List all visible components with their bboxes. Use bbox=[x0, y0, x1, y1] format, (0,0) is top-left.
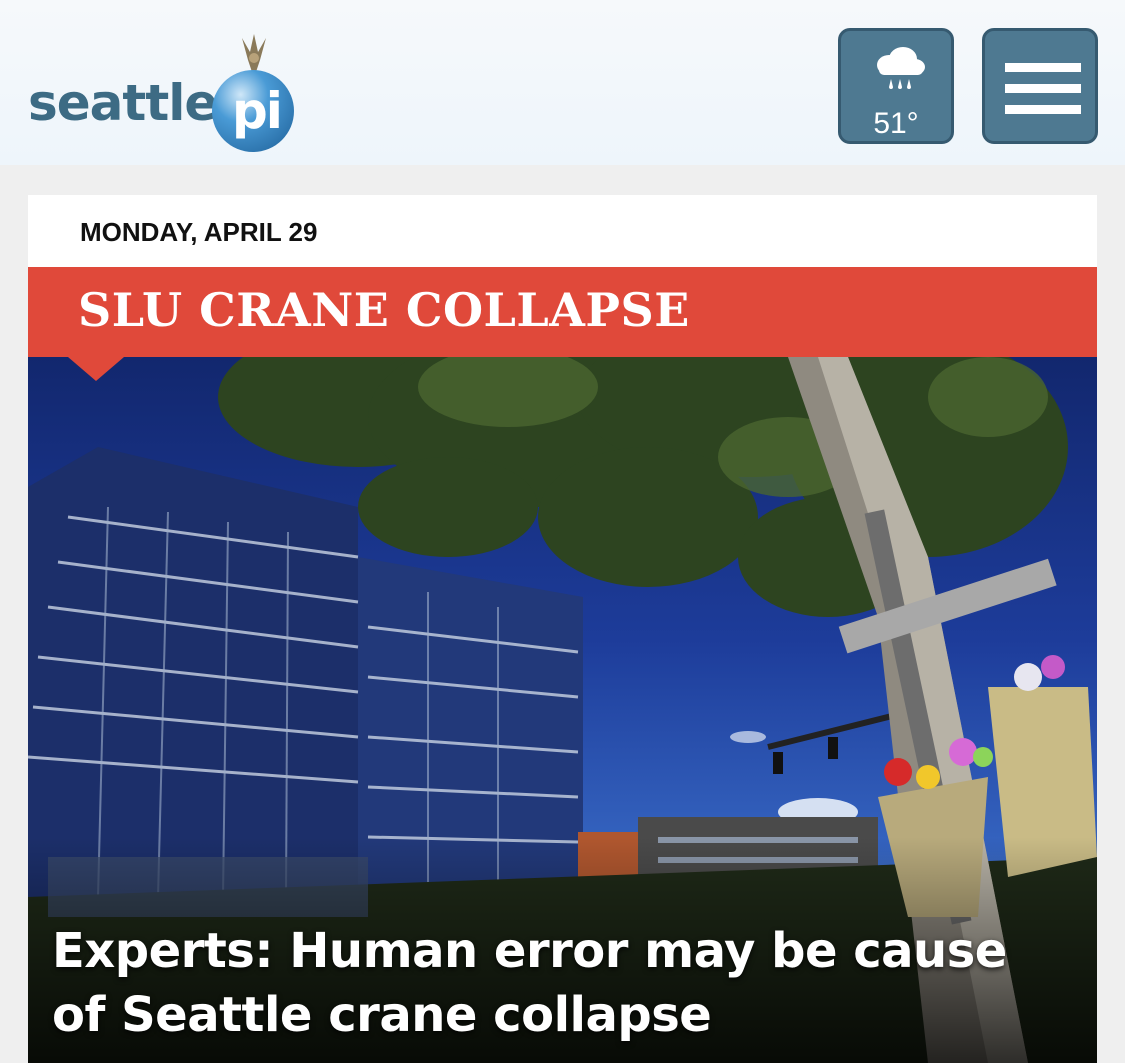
banner-pointer bbox=[68, 357, 124, 381]
seattlepi-logo[interactable]: seattle pi bbox=[28, 30, 308, 152]
featured-story-card: MONDAY, APRIL 29 SLU CRANE COLLAPSE Expe… bbox=[28, 195, 1097, 1063]
story-photo[interactable]: Experts: Human error may be cause of Sea… bbox=[28, 357, 1097, 1063]
weather-button[interactable]: 51° bbox=[838, 28, 954, 144]
rain-cloud-icon bbox=[877, 47, 925, 89]
logo-wordmark: seattle bbox=[28, 74, 218, 132]
hamburger-menu-icon bbox=[1005, 63, 1081, 114]
date-label: MONDAY, APRIL 29 bbox=[80, 217, 318, 247]
site-header: seattle pi 51° bbox=[0, 0, 1125, 165]
menu-button[interactable] bbox=[982, 28, 1098, 144]
story-headline[interactable]: Experts: Human error may be cause of Sea… bbox=[52, 919, 1062, 1047]
section-banner-title: SLU CRANE COLLAPSE bbox=[78, 283, 690, 337]
weather-temperature: 51° bbox=[873, 107, 919, 140]
logo-pi: pi bbox=[232, 82, 283, 140]
section-banner[interactable]: SLU CRANE COLLAPSE bbox=[28, 267, 1097, 357]
